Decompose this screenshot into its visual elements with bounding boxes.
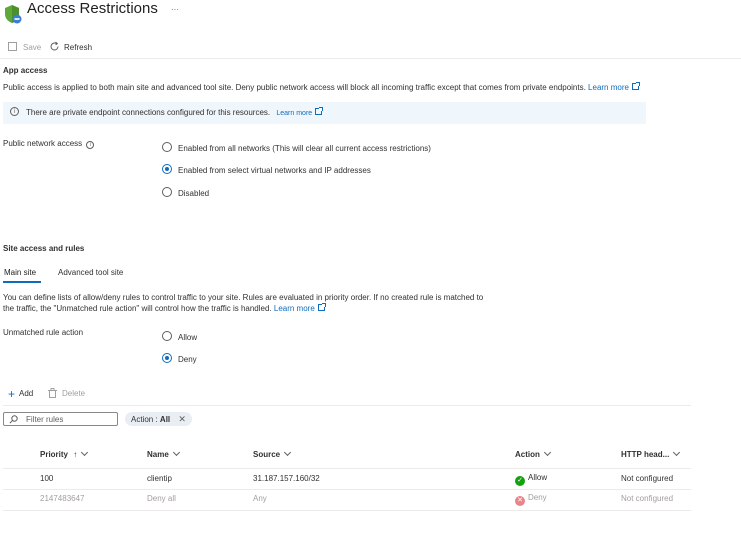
column-header-action[interactable]: Action bbox=[515, 448, 551, 459]
column-header-name[interactable]: Name bbox=[147, 448, 180, 459]
radio-label-allow: Allow bbox=[178, 333, 198, 342]
radio-unmatched-deny[interactable] bbox=[162, 353, 172, 363]
radio-label-select-networks: Enabled from select virtual networks and… bbox=[178, 166, 371, 175]
app-access-description: Public access is applied to both main si… bbox=[3, 82, 640, 92]
site-access-description-line2: the traffic, the "Unmatched rule action"… bbox=[3, 303, 326, 313]
app-icon bbox=[4, 4, 22, 24]
rules-toolbar-divider bbox=[3, 405, 691, 406]
site-access-learn-more-link[interactable]: Learn more bbox=[274, 303, 326, 313]
chevron-down-icon bbox=[543, 448, 551, 457]
column-header-http-headers[interactable]: HTTP head... bbox=[621, 448, 681, 459]
cell-action: ✓ Allow bbox=[515, 473, 547, 486]
chevron-down-icon bbox=[284, 448, 292, 457]
cell-priority: 100 bbox=[40, 474, 54, 483]
close-icon[interactable]: ✕ bbox=[178, 414, 186, 424]
search-icon bbox=[9, 415, 18, 424]
tab-main-site[interactable]: Main site bbox=[4, 268, 36, 277]
site-access-description-line1: You can define lists of allow/deny rules… bbox=[3, 293, 484, 302]
filter-placeholder: Filter rules bbox=[26, 415, 64, 424]
table-row[interactable] bbox=[3, 490, 691, 510]
more-options-button[interactable]: ··· bbox=[171, 5, 179, 14]
column-header-priority[interactable]: Priority ↑ bbox=[40, 448, 89, 459]
trash-icon bbox=[48, 388, 57, 398]
sort-ascending-icon: ↑ bbox=[73, 450, 78, 459]
radio-label-disabled: Disabled bbox=[178, 189, 210, 198]
cell-source: 31.187.157.160/32 bbox=[253, 474, 320, 483]
chevron-down-icon bbox=[81, 448, 89, 457]
chevron-down-icon bbox=[172, 448, 180, 457]
external-link-icon bbox=[317, 303, 326, 311]
info-icon: i bbox=[10, 107, 19, 116]
tab-advanced-tool-site[interactable]: Advanced tool site bbox=[58, 268, 123, 277]
unmatched-rule-action-label: Unmatched rule action bbox=[3, 328, 84, 337]
add-rule-button[interactable]: + Add bbox=[8, 387, 33, 401]
filter-rules-input[interactable]: Filter rules bbox=[3, 412, 118, 426]
error-circle-icon: ✕ bbox=[515, 496, 525, 506]
radio-disabled[interactable] bbox=[162, 187, 172, 197]
row-divider bbox=[3, 510, 691, 511]
info-icon[interactable]: i bbox=[86, 141, 95, 149]
radio-enabled-select-networks[interactable] bbox=[162, 164, 172, 174]
column-header-source[interactable]: Source bbox=[253, 448, 292, 459]
app-access-learn-more-link[interactable]: Learn more bbox=[588, 82, 640, 92]
action-filter-chip[interactable]: Action : All ✕ bbox=[125, 412, 192, 426]
delete-rule-button[interactable]: Delete bbox=[48, 388, 85, 398]
site-access-heading: Site access and rules bbox=[3, 244, 85, 253]
radio-unmatched-allow[interactable] bbox=[162, 331, 172, 341]
toolbar-divider bbox=[0, 58, 741, 59]
radio-label-deny: Deny bbox=[178, 355, 197, 364]
save-icon bbox=[8, 42, 17, 51]
cell-http-headers: Not configured bbox=[621, 474, 674, 483]
public-network-access-label: Public network access i bbox=[3, 139, 95, 149]
cell-action: ✕ Deny bbox=[515, 493, 547, 506]
cell-name: Deny all bbox=[147, 494, 176, 503]
refresh-button[interactable]: Refresh bbox=[49, 41, 92, 52]
cell-http-headers: Not configured bbox=[621, 494, 674, 503]
radio-label-all-networks: Enabled from all networks (This will cle… bbox=[178, 144, 431, 153]
external-link-icon bbox=[315, 107, 324, 115]
radio-enabled-all-networks[interactable] bbox=[162, 142, 172, 152]
check-circle-icon: ✓ bbox=[515, 476, 525, 486]
cell-name: clientip bbox=[147, 474, 172, 483]
plus-icon: + bbox=[8, 387, 16, 401]
cell-priority: 2147483647 bbox=[40, 494, 85, 503]
info-learn-more-link[interactable]: Learn more bbox=[276, 107, 324, 117]
info-banner-text: There are private endpoint connections c… bbox=[26, 107, 324, 117]
save-button[interactable]: Save bbox=[8, 42, 41, 52]
refresh-icon bbox=[50, 41, 59, 51]
external-link-icon bbox=[631, 82, 640, 90]
tab-active-indicator bbox=[3, 281, 41, 283]
app-access-heading: App access bbox=[3, 66, 48, 75]
cell-source: Any bbox=[253, 494, 267, 503]
table-row[interactable] bbox=[3, 469, 691, 489]
chevron-down-icon bbox=[673, 448, 681, 457]
page-title: Access Restrictions bbox=[27, 0, 158, 17]
